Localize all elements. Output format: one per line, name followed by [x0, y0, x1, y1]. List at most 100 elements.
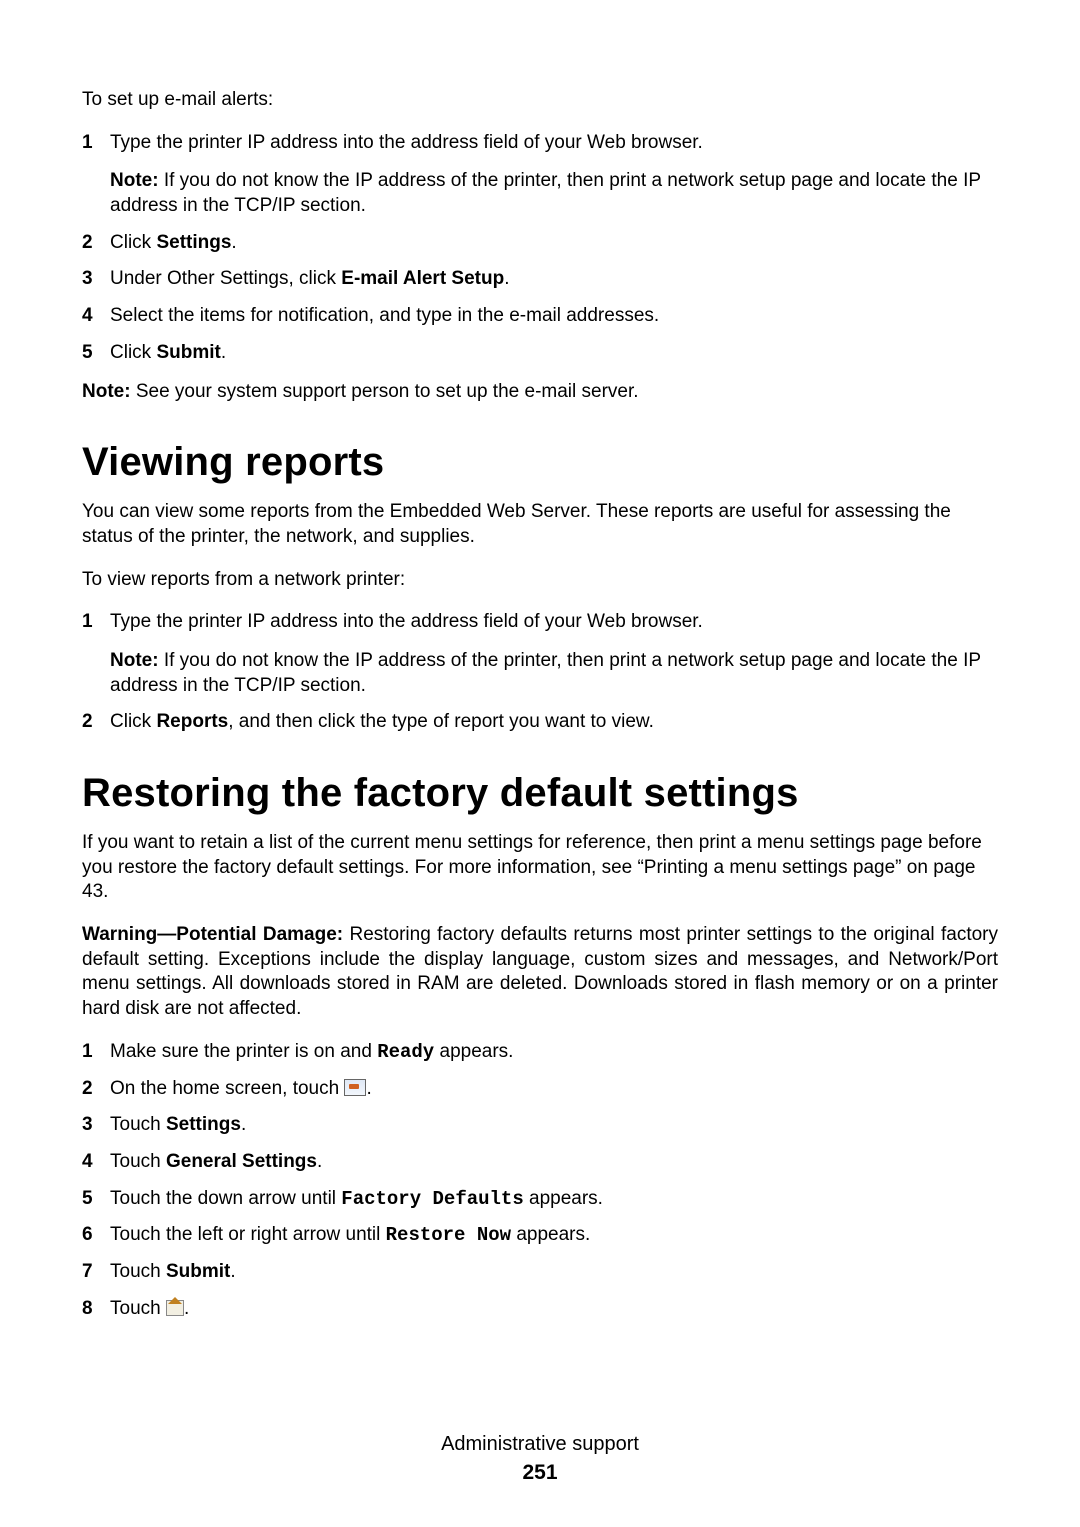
note-paragraph: Note: See your system support person to …	[82, 380, 998, 405]
step-body: Touch the down arrow until Factory Defau…	[110, 1187, 998, 1212]
step-body: Click Reports, and then click the type o…	[110, 710, 998, 735]
step-body: Type the printer IP address into the add…	[110, 610, 998, 635]
step-item: 2On the home screen, touch .	[82, 1077, 998, 1102]
step-text: Click	[110, 711, 156, 732]
heading-viewing-reports: Viewing reports	[82, 436, 998, 488]
step-bold: Submit	[156, 342, 220, 363]
step-item: 4 Select the items for notification, and …	[82, 304, 998, 329]
step-text: Type the printer IP address into the add…	[110, 132, 703, 153]
step-number: 2	[82, 231, 104, 256]
paragraph: To view reports from a network printer:	[82, 568, 998, 593]
step-item: 3 Touch Settings.	[82, 1113, 998, 1138]
step-text: Touch the down arrow until	[110, 1188, 341, 1209]
view-reports-steps: 1 Type the printer IP address into the ad…	[82, 610, 998, 735]
step-text: Touch the left or right arrow until	[110, 1224, 386, 1245]
step-text: Make sure the printer is on and	[110, 1041, 377, 1062]
step-text: On the home screen, touch	[110, 1078, 344, 1099]
step-mono: Factory Defaults	[341, 1188, 523, 1210]
document-page: To set up e-mail alerts: 1 Type the print…	[0, 0, 1080, 1527]
step-text: .	[317, 1151, 322, 1172]
step-number: 2	[82, 710, 104, 735]
step-body: On the home screen, touch .	[110, 1077, 998, 1102]
step-number: 3	[82, 267, 104, 292]
step-bold: General Settings	[166, 1151, 317, 1172]
step-text: appears.	[511, 1224, 590, 1245]
step-text: Touch	[110, 1114, 166, 1135]
step-body: Touch the left or right arrow until Rest…	[110, 1223, 998, 1248]
step-mono: Ready	[377, 1041, 434, 1063]
note-text: See your system support person to set up…	[131, 381, 639, 402]
step-bold: Settings	[156, 232, 231, 253]
step-number: 5	[82, 341, 104, 366]
step-body: Touch .	[110, 1297, 998, 1322]
page-number: 251	[82, 1459, 998, 1486]
step-text: .	[231, 232, 236, 253]
step-text: Click	[110, 342, 156, 363]
intro-paragraph: To set up e-mail alerts:	[82, 88, 998, 113]
step-item: 4Touch General Settings.	[82, 1150, 998, 1175]
step-text: appears.	[524, 1188, 603, 1209]
step-item: 7Touch Submit.	[82, 1260, 998, 1285]
step-body: Touch General Settings.	[110, 1150, 998, 1175]
step-number: 1	[82, 1040, 104, 1065]
step-number: 4	[82, 304, 104, 329]
step-number: 1	[82, 610, 104, 635]
step-body: Select the items for notification, and t…	[110, 304, 998, 329]
step-item: 3Under Other Settings, click E-mail Aler…	[82, 267, 998, 292]
note-text: If you do not know the IP address of the…	[110, 650, 981, 696]
step-text: .	[230, 1261, 235, 1282]
step-text: Touch	[110, 1261, 166, 1282]
step-item: 1 Type the printer IP address into the ad…	[82, 131, 998, 219]
note-text: If you do not know the IP address of the…	[110, 170, 981, 216]
step-body: Click Settings.	[110, 231, 998, 256]
email-alert-steps: 1 Type the printer IP address into the ad…	[82, 131, 998, 366]
step-mono: Restore Now	[386, 1224, 511, 1246]
step-item: 5Touch the down arrow until Factory Defa…	[82, 1187, 998, 1212]
step-number: 3	[82, 1113, 104, 1138]
footer-section-title: Administrative support	[82, 1431, 998, 1457]
step-body: Make sure the printer is on and Ready ap…	[110, 1040, 998, 1065]
note-label: Note:	[110, 650, 159, 671]
step-item: 1Make sure the printer is on and Ready a…	[82, 1040, 998, 1065]
page-footer: Administrative support 251	[82, 1431, 998, 1486]
paragraph: If you want to retain a list of the curr…	[82, 831, 998, 905]
step-note: Note: If you do not know the IP address …	[110, 649, 998, 698]
step-item: 5 Click Submit.	[82, 341, 998, 366]
restore-defaults-steps: 1Make sure the printer is on and Ready a…	[82, 1040, 998, 1322]
step-bold: Submit	[166, 1261, 230, 1282]
step-text: .	[366, 1078, 371, 1099]
step-text: .	[504, 268, 509, 289]
step-number: 8	[82, 1297, 104, 1322]
step-number: 6	[82, 1223, 104, 1248]
step-item: 8Touch .	[82, 1297, 998, 1322]
step-number: 7	[82, 1260, 104, 1285]
note-label: Note:	[82, 381, 131, 402]
step-number: 2	[82, 1077, 104, 1102]
step-text: Touch	[110, 1151, 166, 1172]
step-text: .	[184, 1298, 189, 1319]
step-number: 1	[82, 131, 104, 156]
step-number: 5	[82, 1187, 104, 1212]
step-bold: Settings	[166, 1114, 241, 1135]
heading-restoring-factory-defaults: Restoring the factory default settings	[82, 767, 998, 819]
step-text: .	[241, 1114, 246, 1135]
home-icon	[166, 1300, 184, 1316]
step-body: Touch Submit.	[110, 1260, 998, 1285]
step-item: 2Click Settings.	[82, 231, 998, 256]
step-text: .	[221, 342, 226, 363]
step-text: Under Other Settings, click	[110, 268, 341, 289]
step-text: Touch	[110, 1298, 166, 1319]
step-number: 4	[82, 1150, 104, 1175]
step-text: appears.	[434, 1041, 513, 1062]
step-item: 6Touch the left or right arrow until Res…	[82, 1223, 998, 1248]
step-text: Select the items for notification, and t…	[110, 305, 659, 326]
step-item: 2Click Reports, and then click the type …	[82, 710, 998, 735]
step-text: Click	[110, 232, 156, 253]
step-item: 1 Type the printer IP address into the ad…	[82, 610, 998, 698]
step-text: Type the printer IP address into the add…	[110, 611, 703, 632]
step-bold: E-mail Alert Setup	[341, 268, 504, 289]
step-body: Under Other Settings, click E-mail Alert…	[110, 267, 998, 292]
step-text: , and then click the type of report you …	[228, 711, 654, 732]
step-note: Note: If you do not know the IP address …	[110, 169, 998, 218]
step-bold: Reports	[156, 711, 228, 732]
